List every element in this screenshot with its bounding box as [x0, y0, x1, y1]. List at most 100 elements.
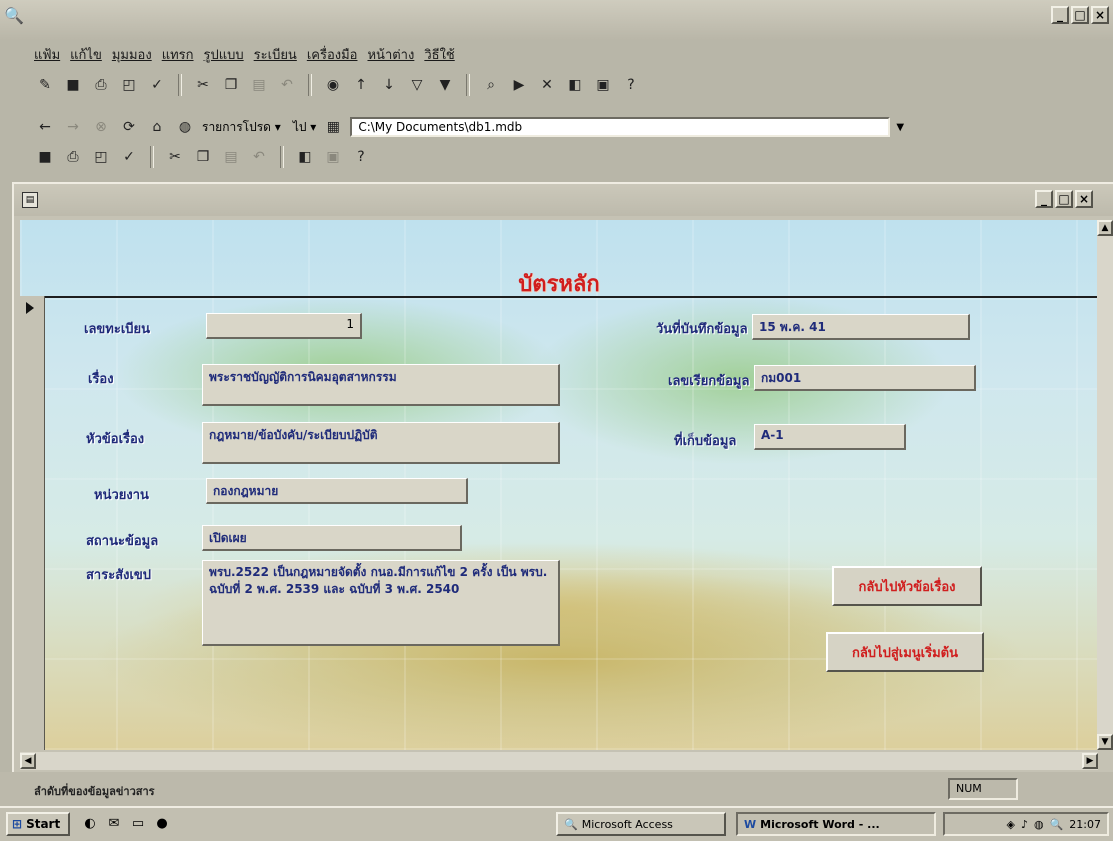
- show-only-web-toolbar-icon[interactable]: ▦: [322, 116, 344, 138]
- back-icon[interactable]: ←: [34, 116, 56, 138]
- taskbar-access-button[interactable]: 🔍 Microsoft Access: [556, 812, 726, 836]
- taskbar-word-label: Microsoft Word - ...: [760, 817, 880, 831]
- stop-icon[interactable]: ⊗: [90, 116, 112, 138]
- help-icon[interactable]: ?: [350, 146, 372, 168]
- find-icon[interactable]: ⌕: [480, 74, 502, 96]
- paste-icon[interactable]: ▤: [248, 74, 270, 96]
- database-window-icon[interactable]: ◧: [564, 74, 586, 96]
- hyperlink-icon[interactable]: ◉: [322, 74, 344, 96]
- scroll-left-icon[interactable]: ◀: [20, 753, 36, 769]
- minimize-icon[interactable]: _: [1051, 6, 1069, 24]
- internet-explorer-icon[interactable]: ◐: [80, 814, 100, 834]
- sort-ascending-icon[interactable]: ↑: [350, 74, 372, 96]
- menu-edit[interactable]: แก้ไข: [70, 44, 102, 65]
- record-selector[interactable]: [20, 296, 45, 750]
- menu-format[interactable]: รูปแบบ: [204, 44, 244, 65]
- undo-icon[interactable]: ↶: [276, 74, 298, 96]
- horizontal-scrollbar[interactable]: ◀ ▶: [20, 752, 1098, 770]
- apply-filter-icon[interactable]: ▼: [434, 74, 456, 96]
- channels-icon[interactable]: ●: [152, 814, 172, 834]
- new-record-icon[interactable]: ▶: [508, 74, 530, 96]
- new-object-icon[interactable]: ▣: [322, 146, 344, 168]
- refresh-icon[interactable]: ⟳: [118, 116, 140, 138]
- cut-icon[interactable]: ✂: [192, 74, 214, 96]
- copy-icon[interactable]: ❐: [220, 74, 242, 96]
- form-icon[interactable]: ▤: [22, 192, 38, 208]
- copy-icon[interactable]: ❐: [192, 146, 214, 168]
- back-to-topics-button[interactable]: กลับไปหัวข้อเรื่อง: [832, 566, 982, 606]
- taskbar-word-button[interactable]: W Microsoft Word - ...: [736, 812, 936, 836]
- print-preview-icon[interactable]: ◰: [118, 74, 140, 96]
- print-icon[interactable]: ⎙: [90, 74, 112, 96]
- spelling-icon[interactable]: ✓: [118, 146, 140, 168]
- maximize-icon[interactable]: □: [1055, 190, 1073, 208]
- record-date-field[interactable]: 15 พ.ค. 41: [752, 314, 970, 340]
- maximize-icon[interactable]: □: [1071, 6, 1089, 24]
- toolbar-separator: [280, 146, 284, 168]
- close-icon[interactable]: ×: [1091, 6, 1109, 24]
- new-object-icon[interactable]: ▣: [592, 74, 614, 96]
- show-desktop-icon[interactable]: ▭: [128, 814, 148, 834]
- vertical-scrollbar[interactable]: ▲ ▼: [1097, 220, 1113, 750]
- minimize-icon[interactable]: _: [1035, 190, 1053, 208]
- go-label: ไป: [292, 119, 307, 134]
- agency-label: หน่วยงาน: [94, 488, 149, 503]
- agency-field[interactable]: กองกฎหมาย: [206, 478, 468, 504]
- favorites-menu[interactable]: รายการโปรด ▾: [202, 118, 281, 137]
- menu-view[interactable]: มุมมอง: [112, 44, 152, 65]
- summary-label: สาระสังเขป: [86, 568, 152, 583]
- go-menu[interactable]: ไป ▾: [293, 118, 317, 137]
- outlook-express-icon[interactable]: ✉: [104, 814, 124, 834]
- filter-icon[interactable]: ▽: [406, 74, 428, 96]
- storage-field[interactable]: A-1: [754, 424, 906, 450]
- address-value: C:\My Documents\db1.mdb: [358, 120, 523, 134]
- search-web-icon[interactable]: ◍: [174, 116, 196, 138]
- access-key-icon[interactable]: 🔍: [4, 6, 24, 26]
- help-icon[interactable]: ?: [620, 74, 642, 96]
- app-window-controls: _ □ ×: [1051, 6, 1109, 24]
- delete-record-icon[interactable]: ✕: [536, 74, 558, 96]
- view-icon[interactable]: ✎: [34, 74, 56, 96]
- back-to-main-menu-button[interactable]: กลับไปสู่เมนูเริ่มต้น: [826, 632, 984, 672]
- sort-descending-icon[interactable]: ↓: [378, 74, 400, 96]
- scroll-right-icon[interactable]: ▶: [1082, 753, 1098, 769]
- address-field[interactable]: C:\My Documents\db1.mdb: [350, 117, 891, 137]
- close-icon[interactable]: ×: [1075, 190, 1093, 208]
- scroll-down-icon[interactable]: ▼: [1097, 734, 1113, 750]
- retrieval-code-field[interactable]: กม001: [754, 365, 976, 391]
- record-no-label: เลขทะเบียน: [84, 322, 151, 337]
- scroll-up-icon[interactable]: ▲: [1097, 220, 1113, 236]
- clock[interactable]: 21:07: [1069, 818, 1101, 831]
- form-window: ▤ _ □ × บัตรหลัก เลขทะเบียน 1 เรื่อง พระ…: [12, 182, 1113, 772]
- home-icon[interactable]: ⌂: [146, 116, 168, 138]
- forward-icon[interactable]: →: [62, 116, 84, 138]
- save-icon[interactable]: ■: [34, 146, 56, 168]
- form-view-toolbar: ✎ ■ ⎙ ◰ ✓ ✂ ❐ ▤ ↶ ◉ ↑ ↓ ▽ ▼ ⌕ ▶ ✕ ◧ ▣ ?: [0, 70, 1113, 100]
- start-button[interactable]: ⊞ Start: [6, 812, 70, 836]
- spelling-icon[interactable]: ✓: [146, 74, 168, 96]
- header-divider: [20, 296, 1098, 298]
- print-icon[interactable]: ⎙: [62, 146, 84, 168]
- menu-records[interactable]: ระเบียน: [254, 44, 297, 65]
- cut-icon[interactable]: ✂: [164, 146, 186, 168]
- menu-window[interactable]: หน้าต่าง: [367, 44, 414, 65]
- volume-icon[interactable]: ♪: [1021, 818, 1028, 831]
- print-preview-icon[interactable]: ◰: [90, 146, 112, 168]
- undo-icon[interactable]: ↶: [248, 146, 270, 168]
- record-no-field[interactable]: 1: [206, 313, 362, 339]
- subject-field[interactable]: พระราชบัญญัติการนิคมอุตสาหกรรม: [202, 364, 560, 406]
- access-tray-icon[interactable]: 🔍: [1050, 818, 1064, 831]
- database-window-icon[interactable]: ◧: [294, 146, 316, 168]
- antivirus-icon[interactable]: ◈: [1006, 818, 1014, 831]
- menu-help[interactable]: วิธีใช้: [424, 44, 454, 65]
- menu-insert[interactable]: แทรก: [162, 44, 194, 65]
- topic-field[interactable]: กฎหมาย/ข้อบังคับ/ระเบียบปฏิบัติ: [202, 422, 560, 464]
- address-dropdown-icon[interactable]: ▼: [896, 122, 904, 133]
- menu-tools[interactable]: เครื่องมือ: [307, 44, 358, 65]
- network-icon[interactable]: ◍: [1034, 818, 1044, 831]
- summary-field[interactable]: พรบ.2522 เป็นกฎหมายจัดตั้ง กนอ.มีการแก้ไ…: [202, 560, 560, 646]
- menu-file[interactable]: แฟ้ม: [34, 44, 60, 65]
- status-field[interactable]: เปิดเผย: [202, 525, 462, 551]
- paste-icon[interactable]: ▤: [220, 146, 242, 168]
- save-icon[interactable]: ■: [62, 74, 84, 96]
